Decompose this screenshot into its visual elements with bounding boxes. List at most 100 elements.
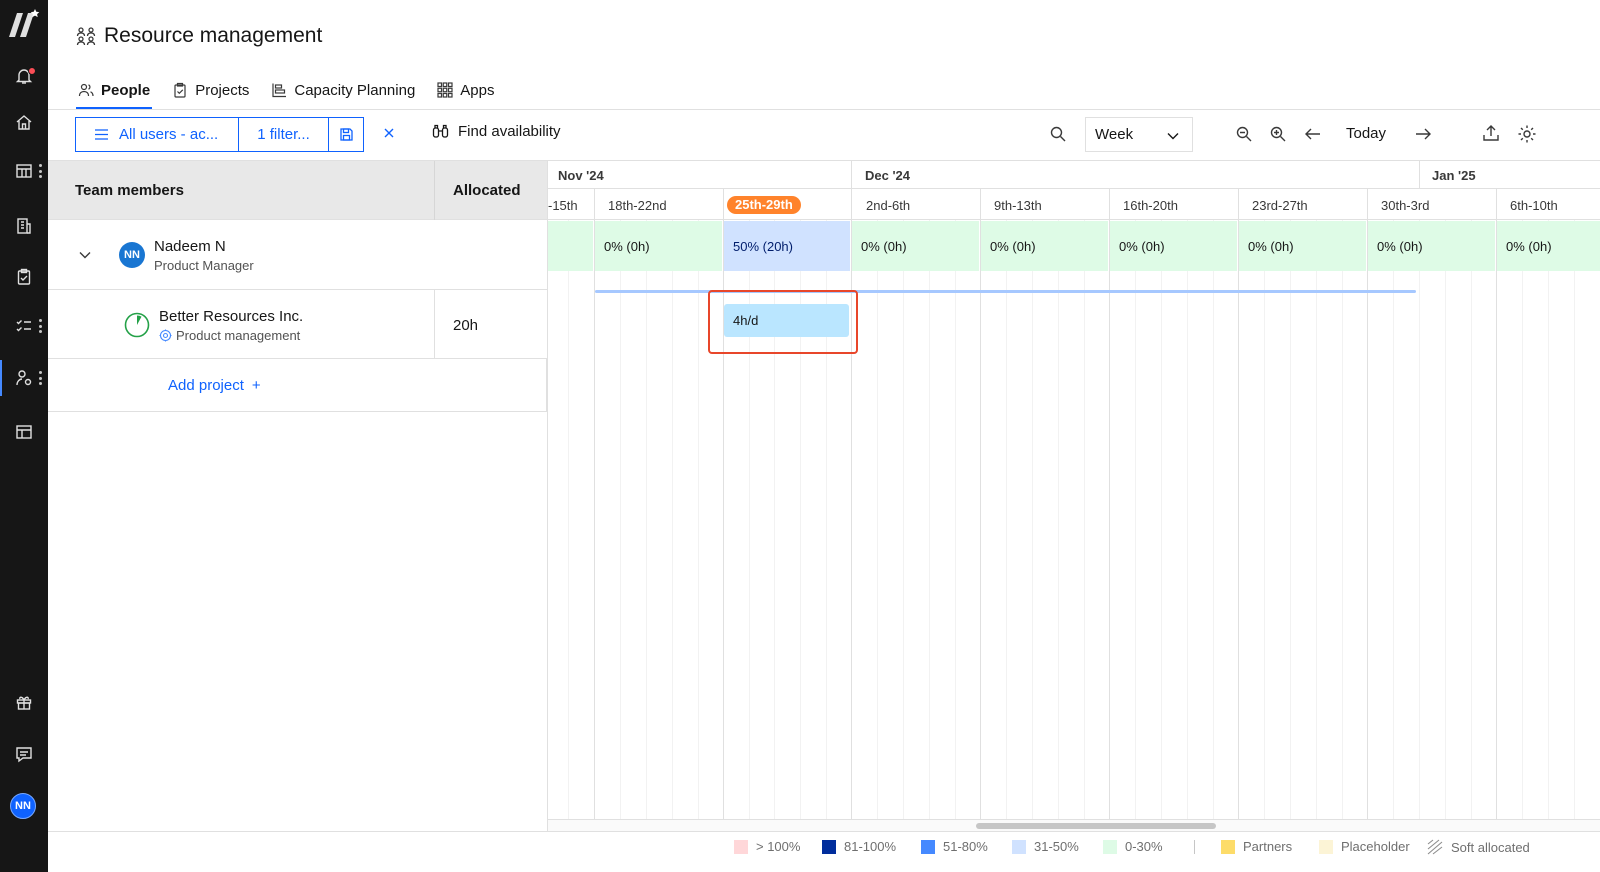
chat-icon xyxy=(16,747,32,763)
tab-projects[interactable]: Projects xyxy=(170,72,251,108)
more-options-icon[interactable] xyxy=(39,164,42,178)
binoculars-icon xyxy=(432,124,449,138)
users-filter-button[interactable]: All users - ac... xyxy=(76,118,239,151)
find-availability-label: Find availability xyxy=(458,123,561,140)
scrollbar-thumb[interactable] xyxy=(976,823,1216,829)
day-gridline xyxy=(1471,220,1472,831)
legend-swatch xyxy=(1012,839,1026,854)
legend-item: Partners xyxy=(1221,839,1292,854)
month-label: Dec '24 xyxy=(865,168,911,183)
save-icon xyxy=(339,128,353,141)
utilization-cell[interactable]: 0% (0h) xyxy=(1368,221,1495,271)
legend-item: 0-30% xyxy=(1103,839,1163,854)
settings-icon[interactable] xyxy=(1517,124,1537,144)
zoom-in-icon[interactable] xyxy=(1269,125,1287,143)
grid-icon xyxy=(437,82,453,98)
export-icon[interactable] xyxy=(1482,124,1500,142)
tab-capacity-label: Capacity Planning xyxy=(294,81,416,99)
resource-management-button[interactable] xyxy=(0,360,48,396)
home-button[interactable] xyxy=(0,104,48,140)
day-gridline xyxy=(620,220,621,831)
day-gridline xyxy=(1058,220,1059,831)
notification-dot xyxy=(28,67,36,75)
utilization-cell[interactable]: 0% (0h) xyxy=(1110,221,1237,271)
search-icon[interactable] xyxy=(1049,125,1067,143)
day-gridline xyxy=(1290,220,1291,831)
legend-label: Soft allocated xyxy=(1451,839,1530,855)
tab-capacity-planning[interactable]: Capacity Planning xyxy=(269,72,417,108)
timesheet-button[interactable] xyxy=(0,153,48,189)
app-root: NN Resource management People Projects C… xyxy=(0,0,1600,872)
week-separator xyxy=(1238,189,1239,220)
day-gridline xyxy=(903,220,904,831)
day-gridline xyxy=(1084,220,1085,831)
user-avatar[interactable]: NN xyxy=(10,793,36,819)
arrow-right-icon[interactable] xyxy=(1414,125,1432,143)
building-icon xyxy=(17,218,31,234)
utilization-cell[interactable]: 0% (0h) xyxy=(981,221,1108,271)
capacity-icon xyxy=(272,83,287,98)
utilization-cell[interactable]: 0% (0h) xyxy=(1497,221,1600,271)
tab-people[interactable]: People xyxy=(76,72,153,109)
table-header: Team members Allocated xyxy=(48,161,547,220)
clear-filters-icon[interactable] xyxy=(381,125,397,141)
projects-nav-button[interactable] xyxy=(0,259,48,295)
page-title: Resource management xyxy=(76,24,322,48)
more-options-icon[interactable] xyxy=(39,319,42,333)
week-separator xyxy=(1109,189,1110,220)
person-row[interactable]: NN Nadeem N Product Manager xyxy=(48,220,547,290)
project-row[interactable]: Better Resources Inc. Product management… xyxy=(48,290,547,359)
legend-label: 0-30% xyxy=(1125,839,1163,854)
week-separator xyxy=(851,189,852,220)
week-label: 6th-10th xyxy=(1510,198,1558,213)
page-title-text: Resource management xyxy=(104,24,323,47)
week-gridline xyxy=(1367,220,1368,831)
tab-bar: People Projects Capacity Planning Apps xyxy=(76,72,515,109)
week-label: 9th-13th xyxy=(994,198,1042,213)
workspace-button[interactable] xyxy=(0,414,48,450)
find-availability-button[interactable]: Find availability xyxy=(432,123,561,140)
save-view-button[interactable] xyxy=(329,118,363,151)
notifications-button[interactable] xyxy=(0,58,48,94)
tab-apps[interactable]: Apps xyxy=(435,72,496,108)
person-name[interactable]: Nadeem N xyxy=(154,238,226,255)
day-gridline xyxy=(1006,220,1007,831)
app-logo[interactable] xyxy=(0,0,48,48)
allocated-header: Allocated xyxy=(434,161,547,220)
day-gridline xyxy=(646,220,647,831)
arrow-left-icon[interactable] xyxy=(1304,125,1322,143)
legend-swatch xyxy=(1103,839,1117,854)
month-separator xyxy=(851,161,852,189)
feedback-button[interactable] xyxy=(0,736,48,772)
legend-item: > 100% xyxy=(734,839,800,854)
today-button[interactable]: Today xyxy=(1346,125,1386,142)
reports-button[interactable] xyxy=(0,208,48,244)
filter-count-button[interactable]: 1 filter... xyxy=(239,118,329,151)
whats-new-button[interactable] xyxy=(0,684,48,720)
more-options-icon[interactable] xyxy=(39,371,42,385)
week-label: 2nd-6th xyxy=(866,198,911,213)
view-select[interactable]: Week xyxy=(1085,117,1193,152)
utilization-cell[interactable]: 50% (20h) xyxy=(724,221,850,271)
day-gridline xyxy=(568,220,569,831)
tasks-button[interactable] xyxy=(0,308,48,344)
add-project-row: Add project + xyxy=(48,359,547,412)
project-name[interactable]: Better Resources Inc. xyxy=(159,308,303,325)
highlight-box xyxy=(708,290,858,354)
person-avatar: NN xyxy=(119,242,145,268)
team-members-header: Team members xyxy=(75,182,184,199)
utilization-cell[interactable]: 0% (0h) xyxy=(852,221,979,271)
users-filter-label: All users - ac... xyxy=(119,126,219,143)
gear-icon xyxy=(159,329,172,342)
add-project-button[interactable]: Add project + xyxy=(168,377,261,394)
utilization-cell[interactable] xyxy=(548,221,593,271)
timesheet-icon xyxy=(16,164,32,178)
legend-swatch xyxy=(734,839,748,854)
chevron-down-icon[interactable] xyxy=(78,248,92,262)
day-gridline xyxy=(877,220,878,831)
utilization-cell[interactable]: 0% (0h) xyxy=(1239,221,1366,271)
gift-icon xyxy=(16,696,32,710)
week-separator xyxy=(594,189,595,220)
zoom-out-icon[interactable] xyxy=(1235,125,1253,143)
utilization-cell[interactable]: 0% (0h) xyxy=(595,221,722,271)
